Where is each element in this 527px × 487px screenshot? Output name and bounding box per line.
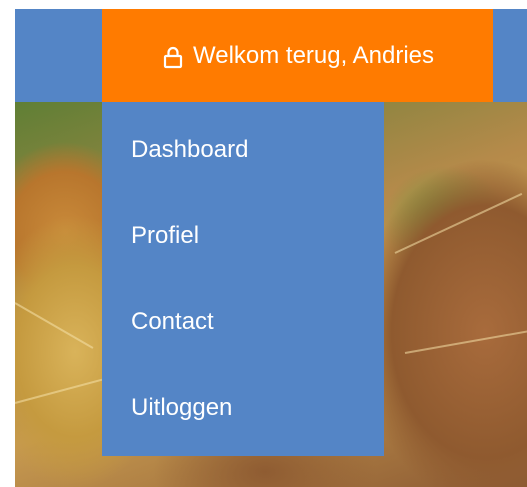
account-dropdown-menu: Dashboard Profiel Contact Uitloggen — [102, 102, 384, 456]
menu-item-contact[interactable]: Contact — [102, 279, 384, 365]
menu-item-dashboard[interactable]: Dashboard — [102, 107, 384, 193]
leaf-vein-decoration — [404, 329, 527, 354]
menu-item-label: Contact — [131, 308, 214, 335]
account-greeting: Welkom terug, Andries — [193, 41, 434, 69]
menu-item-profiel[interactable]: Profiel — [102, 193, 384, 279]
lock-icon — [161, 45, 185, 69]
menu-item-label: Uitloggen — [131, 394, 233, 421]
account-menu-toggle[interactable]: Welkom terug, Andries — [102, 9, 493, 102]
page: Welkom terug, Andries Dashboard Profiel … — [0, 0, 527, 487]
leaf-vein-decoration — [14, 302, 94, 349]
leaf-vein-decoration — [394, 192, 523, 254]
leaf-vein-decoration — [14, 378, 103, 404]
menu-item-label: Dashboard — [131, 136, 249, 163]
menu-item-label: Profiel — [131, 222, 200, 249]
menu-item-uitloggen[interactable]: Uitloggen — [102, 365, 384, 451]
